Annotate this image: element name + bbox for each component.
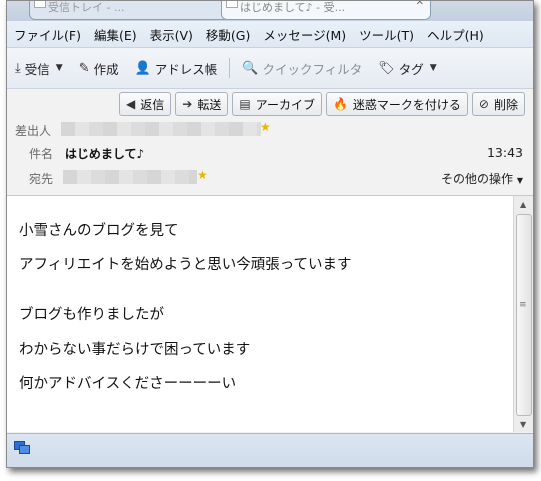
pencil-icon: ✎ [78,60,90,76]
menu-bar: ファイル(F) 編集(E) 表示(V) 移動(G) メッセージ(M) ツール(T… [7,21,533,48]
tag-icon: 🏷 [378,60,395,76]
tab-inbox[interactable]: 受信トレイ - ... [29,1,229,20]
grip-icon: ≡ [519,300,527,310]
menu-view[interactable]: 表示(V) [143,25,199,44]
tag-button[interactable]: 🏷 タグ ▼ [370,56,444,80]
menu-message[interactable]: メッセージ(M) [256,25,352,44]
subject-label: 件名 [29,147,54,161]
quick-filter-label: クイックフィルタ [262,61,363,77]
compose-label: 作成 [93,61,119,77]
flame-icon: 🔥 [332,97,348,111]
quick-filter-button[interactable]: 🔍 クイックフィルタ [234,56,370,80]
address-book-button[interactable]: 👤 アドレス帳 [127,56,226,80]
body-line: 何かアドバイスくださーーーーい [19,376,237,392]
message-body: 小雪さんのブログを見て アフィリエイトを始めようと思い今頑張っています ブログも… [7,196,513,432]
to-address-redacted[interactable] [63,170,197,184]
tab-message-label: はじめまして♪ - 受... [240,1,346,14]
chevron-down-icon[interactable]: ▼ [56,63,63,73]
from-address-redacted[interactable] [61,122,261,136]
menu-go[interactable]: 移動(G) [199,25,256,44]
message-header: ◀ 返信 ➔ 転送 ▤ アーカイブ 🔥 迷惑マークを付ける ⊘ 削除 差出人 ★… [7,89,533,196]
envelope-icon [226,1,238,8]
inbox-icon [34,1,46,8]
header-actions: ◀ 返信 ➔ 転送 ▤ アーカイブ 🔥 迷惑マークを付ける ⊘ 削除 [119,92,525,116]
other-actions-menu[interactable]: その他の操作 ▼ [441,170,523,187]
archive-button[interactable]: ▤ アーカイブ [232,92,322,116]
chevron-down-icon: ▼ [429,63,437,73]
tag-label: タグ [398,61,424,77]
tab-message[interactable]: はじめまして♪ - 受... ✕ [221,1,431,20]
forward-label: 転送 [197,97,222,112]
archive-box-icon: ▤ [239,97,251,111]
address-book-label: アドレス帳 [154,61,218,77]
tab-inbox-label: 受信トレイ - ... [48,1,125,14]
toolbar-separator [229,58,231,78]
menu-help[interactable]: ヘルプ(H) [420,25,490,44]
body-line: わからない事だらけで困っています [19,342,251,358]
download-icon: ⤓ [15,60,21,76]
forward-arrow-icon: ➔ [182,97,193,111]
body-line: アフィリエイトを始めようと思い今頑張っています [19,257,352,273]
no-entry-icon: ⊘ [478,97,489,111]
to-row: 宛先 [29,170,53,187]
to-label: 宛先 [29,172,54,186]
forward-button[interactable]: ➔ 転送 [175,92,229,116]
receive-button[interactable]: ⤓ 受信 ▼ [7,56,71,80]
from-label: 差出人 [15,124,52,138]
scrollbar-thumb[interactable] [516,214,532,416]
star-icon[interactable]: ★ [197,168,208,182]
junk-label: 迷惑マークを付ける [352,97,461,112]
star-icon[interactable]: ★ [260,120,271,134]
reply-label: 返信 [140,97,165,112]
tab-strip: 受信トレイ - ... はじめまして♪ - 受... ✕ [7,1,533,21]
subject-row: 件名 はじめまして♪ [29,145,144,162]
receive-label: 受信 [24,61,50,77]
delete-label: 削除 [493,97,518,112]
mail-window: 受信トレイ - ... はじめまして♪ - 受... ✕ ファイル(F) 編集(… [6,0,534,468]
reply-arrow-icon: ◀ [126,97,136,111]
person-icon: 👤 [134,60,151,76]
body-line: 小雪さんのブログを見て [19,223,179,239]
reply-button[interactable]: ◀ 返信 [119,92,172,116]
menu-file[interactable]: ファイル(F) [7,25,87,44]
from-row: 差出人 [15,122,51,139]
body-line: ブログも作りましたが [19,307,164,323]
network-icon[interactable] [14,441,30,454]
other-actions-label: その他の操作 [441,172,514,186]
main-toolbar: ⤓ 受信 ▼ ✎ 作成 👤 アドレス帳 🔍 クイックフィルタ 🏷 タグ ▼ [7,48,533,89]
vertical-scrollbar[interactable]: ▲ ≡ ▼ [513,196,533,432]
menu-edit[interactable]: 編集(E) [87,25,143,44]
archive-label: アーカイブ [255,97,315,112]
junk-button[interactable]: 🔥 迷惑マークを付ける [325,92,468,116]
scroll-up-arrow-icon[interactable]: ▲ [520,200,526,209]
close-icon[interactable]: ✕ [416,1,424,8]
menu-tools[interactable]: ツール(T) [352,25,420,44]
scroll-down-arrow-icon[interactable]: ▼ [520,420,526,429]
subject-text: はじめまして♪ [64,147,145,161]
message-time: 13:43 [486,145,523,160]
delete-button[interactable]: ⊘ 削除 [471,92,525,116]
chevron-down-icon: ▼ [516,176,523,185]
compose-button[interactable]: ✎ 作成 [71,56,127,80]
magnifier-icon: 🔍 [242,60,259,76]
status-bar [7,433,533,467]
